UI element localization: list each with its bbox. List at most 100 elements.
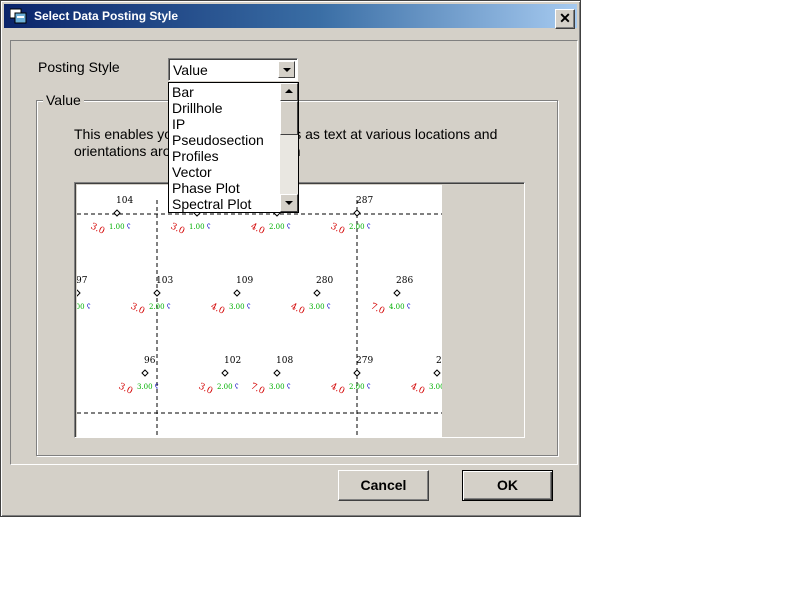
option-profiles[interactable]: Profiles [172, 148, 219, 164]
station-marker [153, 289, 161, 297]
station-value-green: 3.00 [269, 383, 285, 391]
station-marker [141, 369, 149, 377]
close-button[interactable]: ✕ [555, 9, 575, 29]
station-value-blue: ʕ [247, 304, 251, 311]
station-value-blue: ʕ [167, 304, 171, 311]
posting-style-label: Posting Style [38, 59, 120, 75]
station-value-blue: ʕ [367, 224, 371, 231]
station-value-red: 4.0 [249, 222, 266, 237]
option-phase-plot[interactable]: Phase Plot [172, 180, 240, 196]
dialog-window: Select Data Posting Style ✕ Posting Styl… [0, 0, 581, 517]
station-value-red: 3.0 [89, 222, 106, 237]
preview-station: 96 3.0 3.00 ʕ [117, 356, 159, 397]
station-id-label: 108 [276, 356, 293, 366]
station-value-red: 3.0 [197, 382, 214, 397]
station-id-label: 97 [77, 276, 88, 286]
station-value-blue: ʕ [367, 384, 371, 391]
station-value-green: 2.00 [349, 383, 365, 391]
preview-station: 102 3.0 2.00 ʕ [197, 356, 241, 397]
station-value-red: 3.0 [117, 382, 134, 397]
close-icon: ✕ [559, 10, 571, 26]
station-marker [393, 289, 401, 297]
scroll-up-button[interactable] [280, 83, 298, 101]
cancel-button[interactable]: Cancel [338, 470, 429, 501]
station-value-red: 4.0 [209, 302, 226, 317]
station-id-label: 279 [356, 356, 373, 366]
station-value-green: 1.00 [109, 223, 125, 231]
station-value-red: 4.0 [289, 302, 306, 317]
station-value-red: 3.0 [169, 222, 186, 237]
station-marker [221, 369, 229, 377]
station-value-green: 3.00 [229, 303, 245, 311]
preview-panel: 1043.01.00ʕ1103.01.00ʕ1164.02.00ʕ2873.02… [74, 182, 525, 438]
preview-station: 103 3.0 2.00 ʕ [129, 276, 174, 317]
station-value-red: 3.0 [329, 222, 346, 237]
station-value-green: 3.00 [137, 383, 153, 391]
option-drillhole[interactable]: Drillhole [172, 100, 223, 116]
group-title: Value [43, 92, 84, 108]
station-value-green: 2.00 [77, 303, 85, 311]
station-value-green: 2.00 [349, 223, 365, 231]
station-value-blue: ʕ [327, 304, 331, 311]
station-id-label: 286 [396, 276, 413, 286]
preview-station: 280 4.0 3.00 ʕ [289, 276, 334, 317]
scroll-down-button[interactable] [280, 194, 298, 212]
chevron-up-icon [285, 89, 293, 93]
station-value-blue: ʕ [127, 224, 131, 231]
station-id-label: 104 [116, 196, 133, 206]
preview-station: 286 7.0 4.00 ʕ [369, 276, 414, 317]
station-value-blue: ʕ [207, 224, 211, 231]
station-value-green: 3.00 [429, 383, 442, 391]
station-value-blue: ʕ [235, 384, 239, 391]
station-value-green: 2.00 [269, 223, 285, 231]
posting-style-value: Value [173, 62, 208, 78]
preview-station: 284.03.00ʕ [409, 356, 442, 397]
station-value-red: 7.0 [369, 302, 386, 317]
dropdown-arrow-button[interactable] [278, 61, 295, 78]
preview-station: 109 4.0 3.00 ʕ [209, 276, 254, 317]
preview-station: 287 3.0 2.00 ʕ [329, 196, 374, 237]
option-ip[interactable]: IP [172, 116, 185, 132]
title-bar[interactable]: Select Data Posting Style [4, 4, 577, 28]
station-value-green: 2.00 [217, 383, 233, 391]
preview-station: 108 7.0 3.00 ʕ [249, 356, 294, 397]
station-value-green: 2.00 [149, 303, 165, 311]
preview-station: 104 3.0 1.00 ʕ [89, 196, 134, 237]
station-id-label: 102 [224, 356, 241, 366]
option-pseudosection[interactable]: Pseudosection [172, 132, 264, 148]
station-id-label: 28 [436, 356, 442, 366]
station-value-red: 3.0 [129, 302, 146, 317]
station-marker [77, 289, 81, 297]
preview-plot: 1043.01.00ʕ1103.01.00ʕ1164.02.00ʕ2873.02… [77, 185, 442, 437]
option-vector[interactable]: Vector [172, 164, 212, 180]
station-marker [433, 369, 441, 377]
station-id-label: 280 [316, 276, 333, 286]
station-id-label: 109 [236, 276, 253, 286]
station-marker [273, 369, 281, 377]
station-value-blue: ʕ [87, 304, 91, 311]
app-icon [10, 8, 27, 24]
station-value-green: 4.00 [389, 303, 405, 311]
station-marker [233, 289, 241, 297]
station-id-label: 287 [356, 196, 373, 206]
scroll-thumb[interactable] [280, 101, 298, 135]
posting-style-listbox[interactable]: Bar Drillhole IP Pseudosection Profiles … [168, 82, 299, 213]
preview-svg: 1043.01.00ʕ1103.01.00ʕ1164.02.00ʕ2873.02… [77, 196, 442, 437]
station-value-red: 4.0 [409, 382, 426, 397]
station-value-green: 1.00 [189, 223, 205, 231]
preview-station: 97 2.00ʕ [77, 276, 91, 311]
station-id-label: 96 [144, 356, 156, 366]
station-marker [113, 209, 121, 217]
station-value-red: 4.0 [329, 382, 346, 397]
option-bar[interactable]: Bar [172, 84, 194, 100]
ok-button[interactable]: OK [462, 470, 553, 501]
option-spectral-plot[interactable]: Spectral Plot [172, 196, 251, 212]
station-value-blue: ʕ [155, 384, 159, 391]
style-description: This enables you to post data values as … [74, 126, 498, 159]
station-marker [353, 209, 361, 217]
station-value-blue: ʕ [287, 384, 291, 391]
posting-style-select[interactable]: Value [168, 58, 298, 81]
listbox-scrollbar[interactable] [280, 83, 298, 212]
station-value-blue: ʕ [407, 304, 411, 311]
window-title: Select Data Posting Style [34, 9, 179, 23]
